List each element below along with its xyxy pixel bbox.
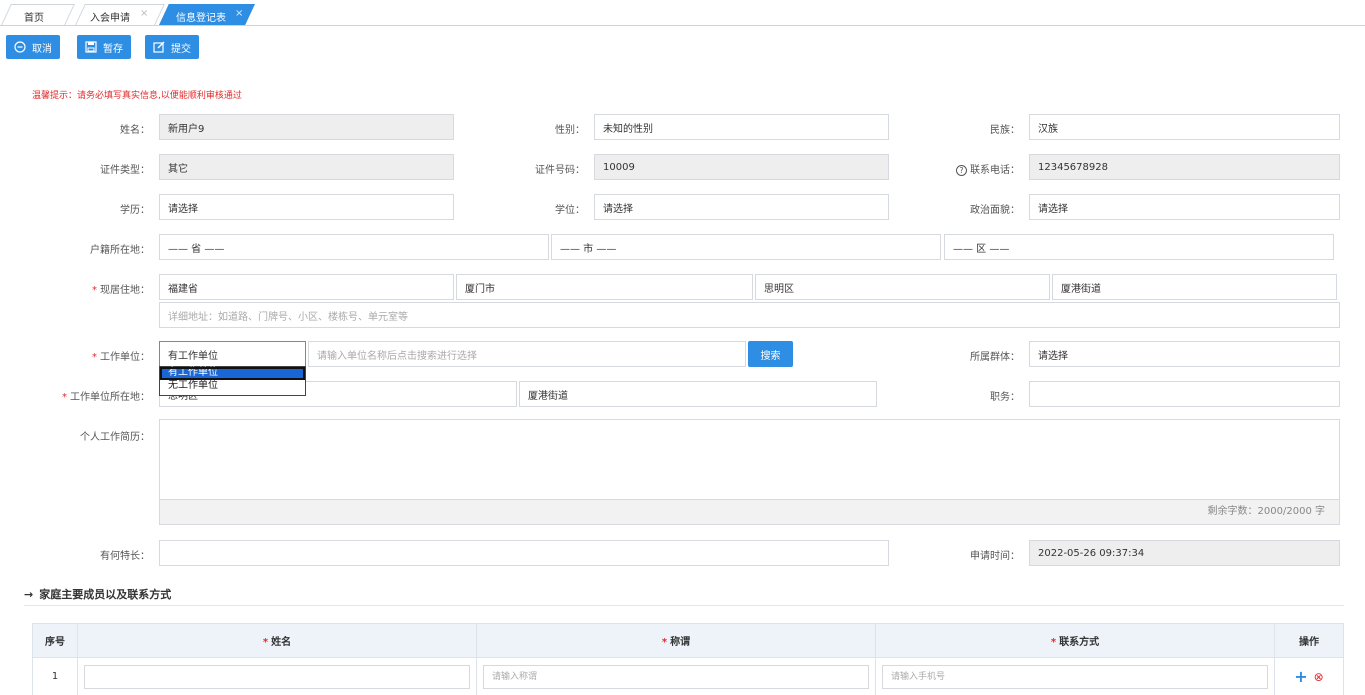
workplace-label-text: 工作单位： [100, 352, 150, 363]
col-index-header: 序号 [32, 623, 78, 658]
member-name-input[interactable] [84, 664, 470, 689]
household-district-select[interactable]: —— 区 —— [944, 234, 1334, 260]
save-draft-button[interactable]: 暂存 [77, 35, 131, 59]
family-section-title: → 家庭主要成员以及联系方式 [24, 586, 171, 602]
member-relation-cell: 请输入称谓 [476, 657, 876, 695]
col-relation-header: * 称谓 [476, 623, 876, 658]
col-name-header: * 姓名 [77, 623, 477, 658]
residence-district-select[interactable]: 思明区 [755, 274, 1050, 300]
member-contact-cell: 请输入手机号 [875, 657, 1275, 695]
name-field[interactable]: 新用户9 [159, 114, 454, 140]
ethnicity-select[interactable]: 汉族 [1029, 114, 1340, 140]
member-relation-input[interactable]: 请输入称谓 [483, 664, 869, 689]
col-ops-header: 操作 [1274, 623, 1344, 658]
politics-select[interactable]: 请选择 [1029, 194, 1340, 220]
degree-select[interactable]: 请选择 [594, 194, 889, 220]
member-contact-input[interactable]: 请输入手机号 [882, 664, 1268, 689]
id-type-field[interactable]: 其它 [159, 154, 454, 180]
edit-icon [153, 41, 165, 53]
tab-info-form-label[interactable]: 信息登记表 [176, 9, 226, 24]
cancel-button[interactable]: 取消 [6, 35, 60, 59]
household-city-select[interactable]: —— 市 —— [551, 234, 941, 260]
specialty-label: 有何特长： [100, 551, 150, 562]
name-label: 姓名： [120, 125, 150, 136]
save-icon [85, 41, 97, 53]
row-index: 1 [32, 657, 78, 695]
resume-textarea[interactable] [159, 419, 1340, 499]
col-name-text: 姓名 [271, 637, 292, 648]
tab-close-icon[interactable]: × [140, 8, 148, 19]
family-title-text: 家庭主要成员以及联系方式 [39, 588, 172, 601]
apply-time-label: 申请时间： [970, 551, 1020, 562]
add-row-icon[interactable]: + [1294, 667, 1307, 686]
col-contact-header: * 联系方式 [875, 623, 1275, 658]
residence-detail-input[interactable]: 详细地址：如道路、门牌号、小区、楼栋号、单元室等 [159, 302, 1340, 328]
table-row: 1 请输入称谓 请输入手机号 + ⊗ [32, 657, 1344, 695]
cancel-label: 取消 [32, 43, 52, 55]
workplace-dropdown: 有工作单位 无工作单位 [159, 366, 306, 396]
tab-home-label[interactable]: 首页 [24, 9, 44, 24]
residence-label-text: 现居住地： [100, 285, 150, 296]
position-input[interactable] [1029, 381, 1340, 407]
workplace-search-input[interactable]: 请输入单位名称后点击搜索进行选择 [308, 341, 746, 367]
tab-membership-label[interactable]: 入会申请 [90, 9, 130, 24]
workplace-label: * 工作单位： [92, 352, 150, 363]
help-icon[interactable]: ? [956, 165, 967, 176]
group-label: 所属群体： [970, 352, 1020, 363]
table-header-row: 序号 * 姓名 * 称谓 * 联系方式 操作 [32, 623, 1344, 658]
specialty-input[interactable] [159, 540, 889, 566]
ethnicity-label: 民族： [990, 125, 1020, 136]
search-button[interactable]: 搜索 [748, 341, 793, 367]
submit-button[interactable]: 提交 [145, 35, 199, 59]
apply-time-field: 2022-05-26 09:37:34 [1029, 540, 1340, 566]
id-type-label: 证件类型： [100, 165, 150, 176]
residence-province-select[interactable]: 福建省 [159, 274, 454, 300]
tab-bar: 首页 入会申请 × 信息登记表 × [0, 0, 1365, 26]
work-location-label: * 工作单位所在地： [62, 392, 150, 403]
degree-label: 学位： [555, 205, 585, 216]
warning-hint: 温馨提示：请务必填写真实信息,以便能顺利审核通过 [32, 91, 242, 101]
residence-street-select[interactable]: 厦港街道 [1052, 274, 1337, 300]
resume-char-counter: 剩余字数：2000/2000 字 [159, 499, 1340, 525]
gender-label: 性别： [555, 125, 585, 136]
work-location-label-text: 工作单位所在地： [70, 392, 150, 403]
member-name-cell [77, 657, 477, 695]
resume-label: 个人工作简历： [80, 432, 150, 443]
id-number-field[interactable]: 10009 [594, 154, 889, 180]
col-contact-text: 联系方式 [1059, 637, 1100, 648]
education-label: 学历： [120, 205, 150, 216]
section-divider [24, 605, 1344, 606]
work-street-select[interactable]: 厦港街道 [519, 381, 877, 407]
tab-close-icon[interactable]: × [235, 8, 243, 19]
phone-field[interactable]: 12345678928 [1029, 154, 1340, 180]
dropdown-option-no-workplace[interactable]: 无工作单位 [160, 380, 305, 393]
residence-label: * 现居住地： [92, 285, 150, 296]
politics-label: 政治面貌： [970, 205, 1020, 216]
submit-label: 提交 [171, 43, 191, 55]
residence-city-select[interactable]: 厦门市 [456, 274, 753, 300]
arrow-right-icon: → [24, 588, 34, 601]
row-ops-cell: + ⊗ [1274, 657, 1344, 695]
workplace-select[interactable]: 有工作单位 [159, 341, 306, 367]
household-province-select[interactable]: —— 省 —— [159, 234, 549, 260]
family-table: 序号 * 姓名 * 称谓 * 联系方式 操作 1 请输入称谓 请输入手机号 + ⊗ [32, 623, 1344, 695]
save-draft-label: 暂存 [103, 43, 123, 55]
id-number-label: 证件号码： [535, 165, 585, 176]
position-label: 职务： [990, 392, 1020, 403]
col-relation-text: 称谓 [670, 637, 691, 648]
phone-label: ? 联系电话： [925, 161, 1020, 176]
phone-label-text: 联系电话： [970, 165, 1020, 176]
delete-row-icon[interactable]: ⊗ [1314, 670, 1324, 684]
education-select[interactable]: 请选择 [159, 194, 454, 220]
minus-circle-icon [14, 41, 26, 53]
household-label: 户籍所在地： [90, 245, 150, 256]
gender-select[interactable]: 未知的性别 [594, 114, 889, 140]
dropdown-option-has-workplace[interactable]: 有工作单位 [160, 367, 305, 380]
group-select[interactable]: 请选择 [1029, 341, 1340, 367]
